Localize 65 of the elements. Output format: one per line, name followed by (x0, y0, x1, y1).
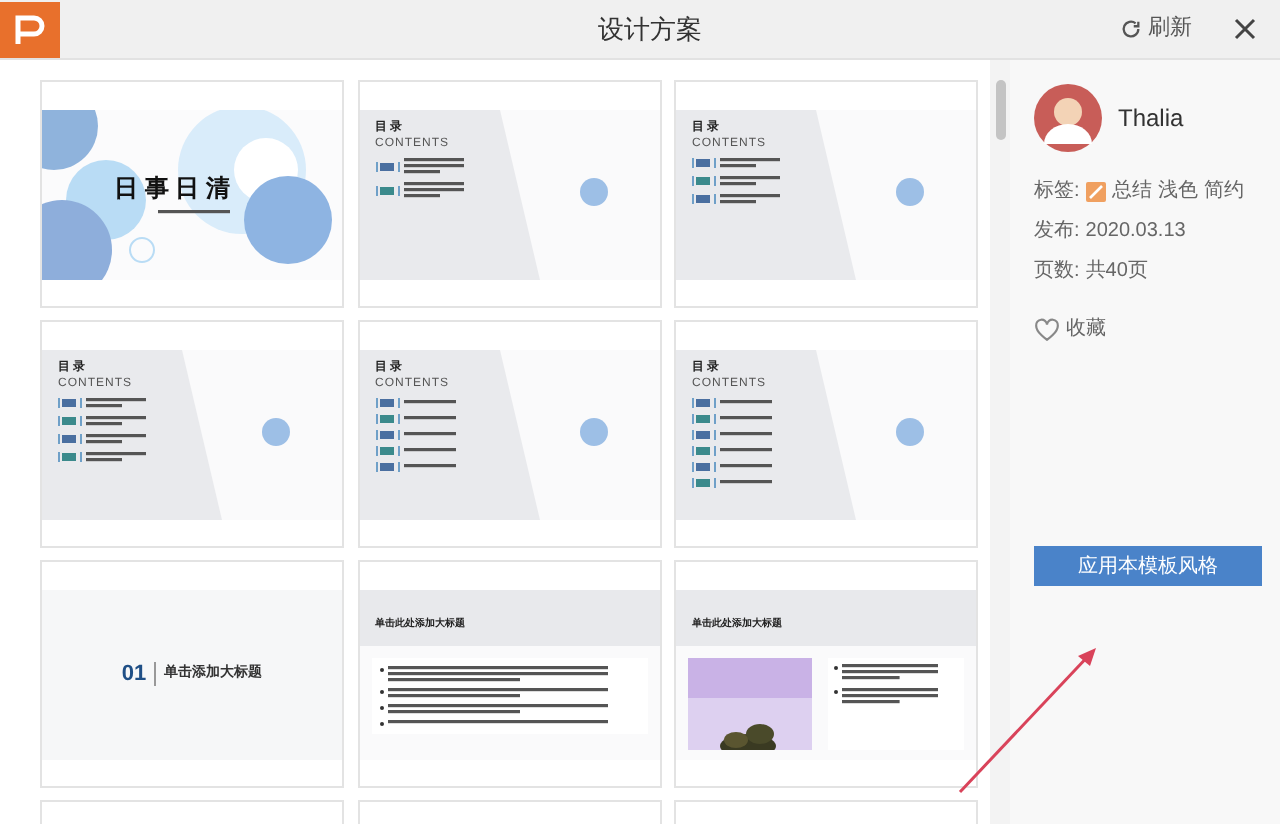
tag-link[interactable]: 总结 (1111, 176, 1152, 206)
tags-label: 标签: (1034, 177, 1080, 206)
publish-date: 2020.03.13 (1085, 218, 1186, 246)
text-lines-drawing (403, 399, 455, 405)
slide-title: 日 事 日 清 (114, 175, 231, 199)
text-lines-drawing (403, 157, 463, 175)
entry-marker-icon (58, 416, 82, 426)
page-count: 共40页 (1085, 257, 1148, 286)
entry-marker-icon (58, 452, 82, 462)
text-lines-drawing (720, 447, 772, 453)
tag-link[interactable]: 简约 (1203, 176, 1244, 206)
entry-marker-icon (58, 434, 82, 444)
text-lines-drawing (720, 157, 780, 169)
window-title: 设计方案 (596, 11, 704, 48)
text-lines-drawing (720, 175, 780, 187)
entry-marker-icon (375, 161, 399, 171)
entry-marker-icon (375, 445, 399, 455)
text-lines-drawing (720, 479, 772, 485)
scrollbar-thumb[interactable] (995, 80, 1005, 140)
text-lines-drawing (842, 663, 938, 681)
tag-icon (1085, 181, 1106, 201)
entry-marker-icon (692, 445, 716, 455)
entry-marker-icon (375, 461, 399, 471)
text-lines-drawing (86, 433, 146, 445)
template-card[interactable]: 日 事 日 清 (40, 80, 344, 308)
text-lines-drawing (720, 431, 772, 437)
text-lines-drawing (86, 451, 146, 463)
entry-marker-icon (375, 185, 399, 195)
text-lines-drawing (720, 415, 772, 421)
entry-marker-icon (692, 429, 716, 439)
text-lines-drawing (86, 415, 146, 427)
text-lines-drawing (86, 397, 146, 409)
text-lines-drawing (720, 463, 772, 469)
entry-marker-icon (692, 461, 716, 471)
avatar-icon (1034, 84, 1102, 152)
close-icon (1233, 18, 1255, 40)
text-lines-drawing (403, 415, 455, 421)
entry-marker-icon (58, 398, 82, 408)
refresh-icon (1120, 18, 1142, 40)
text-lines-drawing (403, 431, 455, 437)
entry-marker-icon (692, 158, 716, 168)
text-lines-drawing (403, 463, 455, 469)
entry-marker-icon (692, 194, 716, 204)
apply-template-button[interactable]: 应用本模板风格 (1034, 546, 1262, 586)
entry-marker-icon (375, 397, 399, 407)
text-lines-drawing (403, 181, 463, 199)
favorite-button[interactable]: 收藏 (1034, 314, 1280, 344)
entry-marker-icon (692, 176, 716, 186)
pages-label: 页数: (1034, 258, 1080, 286)
entry-marker-icon (692, 413, 716, 423)
text-lines-drawing (403, 447, 455, 453)
text-lines-drawing (842, 687, 938, 705)
date-label: 发布: (1034, 218, 1080, 246)
heart-icon (1034, 317, 1060, 341)
entry-marker-icon (375, 413, 399, 423)
text-lines-drawing (720, 399, 772, 405)
entry-marker-icon (692, 477, 716, 487)
section-number: 01 (121, 659, 147, 690)
entry-marker-icon (375, 429, 399, 439)
tag-link[interactable]: 浅色 (1157, 176, 1198, 206)
text-lines-drawing (158, 209, 230, 215)
text-lines-drawing (720, 193, 780, 205)
refresh-button[interactable]: 刷新 (1120, 12, 1192, 46)
author-name: Thalia (1118, 102, 1184, 136)
entry-marker-icon (692, 397, 716, 407)
